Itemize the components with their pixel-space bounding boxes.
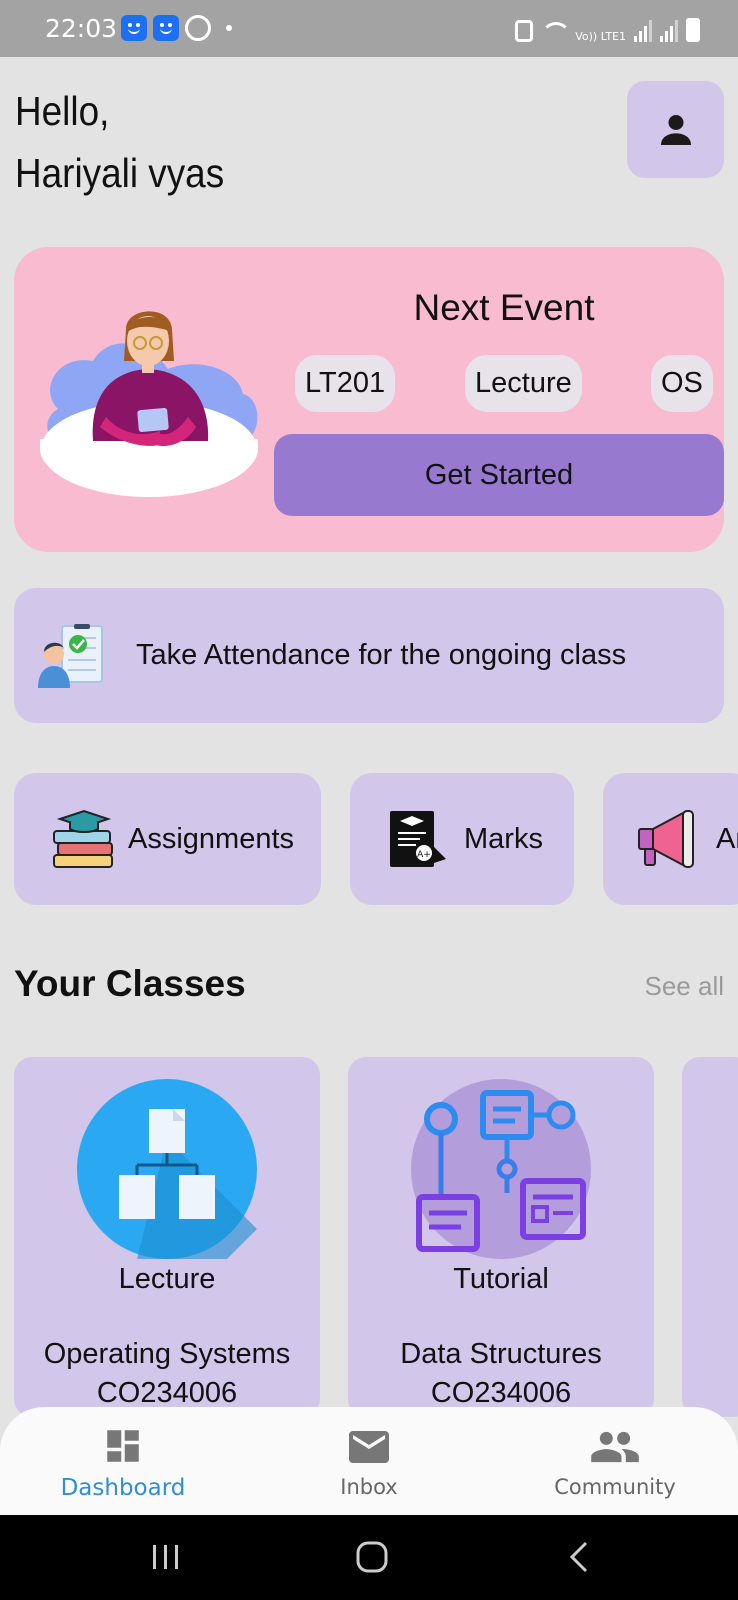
network-type: Vo)) LTE1	[575, 30, 626, 43]
student-illustration	[40, 311, 258, 497]
event-type-chip: Lecture	[465, 355, 582, 412]
books-graduation-icon	[53, 809, 113, 868]
class-name: Operating Systems	[43, 1338, 291, 1370]
battery-icon	[686, 18, 700, 42]
report-card-icon: A+	[390, 811, 446, 867]
status-right: Vo)) LTE1	[515, 14, 700, 42]
next-event-title: Next Event	[413, 287, 595, 328]
battery-saver-icon	[515, 20, 534, 42]
dashboard-icon	[107, 1430, 139, 1462]
marks-button[interactable]: A+ Marks	[350, 773, 574, 905]
wifi-icon	[541, 22, 572, 42]
nav-dashboard[interactable]: Dashboard	[0, 1407, 246, 1515]
person-icon	[660, 114, 691, 145]
class-code: CO234006	[96, 1377, 238, 1409]
greeting-hello: Hello,	[15, 88, 110, 134]
system-navigation-bar	[0, 1515, 738, 1600]
nav-dashboard-label: Dashboard	[60, 1475, 186, 1501]
home-icon[interactable]	[355, 1540, 389, 1574]
get-started-button[interactable]: Get Started	[274, 434, 724, 516]
signal-icon	[660, 20, 678, 42]
event-room-chip: LT201	[295, 355, 396, 412]
marks-label: Marks	[464, 823, 543, 855]
mail-icon	[349, 1431, 389, 1463]
assignments-button[interactable]: Assignments	[14, 773, 321, 905]
bottom-navigation: Dashboard Inbox Community	[0, 1407, 738, 1515]
megaphone-icon	[638, 810, 694, 868]
see-all-link[interactable]: See all	[645, 971, 725, 1002]
app-notification-icon	[121, 15, 147, 41]
attendance-checklist-icon	[38, 624, 103, 688]
nav-inbox[interactable]: Inbox	[246, 1407, 492, 1515]
app-notification-icon	[153, 15, 179, 41]
hierarchy-icon	[77, 1079, 257, 1259]
hierarchy-graphic	[119, 1109, 257, 1259]
class-type: Tutorial	[453, 1263, 549, 1295]
take-attendance-label: Take Attendance for the ongoing class	[136, 639, 627, 671]
people-icon	[591, 1431, 639, 1463]
class-type: Lecture	[118, 1263, 216, 1295]
status-time: 22:03	[45, 14, 118, 43]
class-card[interactable]	[682, 1057, 738, 1417]
class-card[interactable]: Lecture Operating Systems CO234006	[14, 1057, 320, 1417]
svg-text:A+: A+	[417, 850, 431, 860]
class-name: Data Structures	[400, 1338, 602, 1370]
workflow-graphic	[416, 1090, 586, 1252]
announcements-button[interactable]: An	[603, 773, 738, 905]
nav-inbox-label: Inbox	[340, 1475, 398, 1499]
nav-community[interactable]: Community	[492, 1407, 738, 1515]
assignments-label: Assignments	[128, 823, 295, 855]
music-icon	[185, 15, 211, 41]
status-bar: 22:03 Vo)) LTE1	[0, 0, 738, 57]
recent-apps-icon[interactable]	[151, 1543, 181, 1571]
next-event-card: Next Event LT201 Lecture OS Get Started	[14, 247, 724, 552]
more-notifications-dot-icon	[226, 25, 232, 31]
workflow-icon	[411, 1079, 591, 1259]
user-name: Hariyali vyas	[15, 150, 225, 196]
signal-icon	[634, 20, 652, 42]
your-classes-title: Your Classes	[14, 963, 246, 1004]
greeting: Hello, Hariyali vyas	[15, 80, 224, 204]
event-subject-chip: OS	[651, 355, 713, 412]
class-card[interactable]: Tutorial Data Structures CO234006	[348, 1057, 654, 1417]
take-attendance-card[interactable]: Take Attendance for the ongoing class	[14, 588, 724, 723]
class-code: CO234006	[430, 1377, 572, 1409]
back-icon[interactable]	[567, 1540, 591, 1574]
nav-community-label: Community	[554, 1475, 676, 1499]
announcements-label: An	[716, 823, 738, 855]
profile-button[interactable]	[627, 81, 724, 178]
